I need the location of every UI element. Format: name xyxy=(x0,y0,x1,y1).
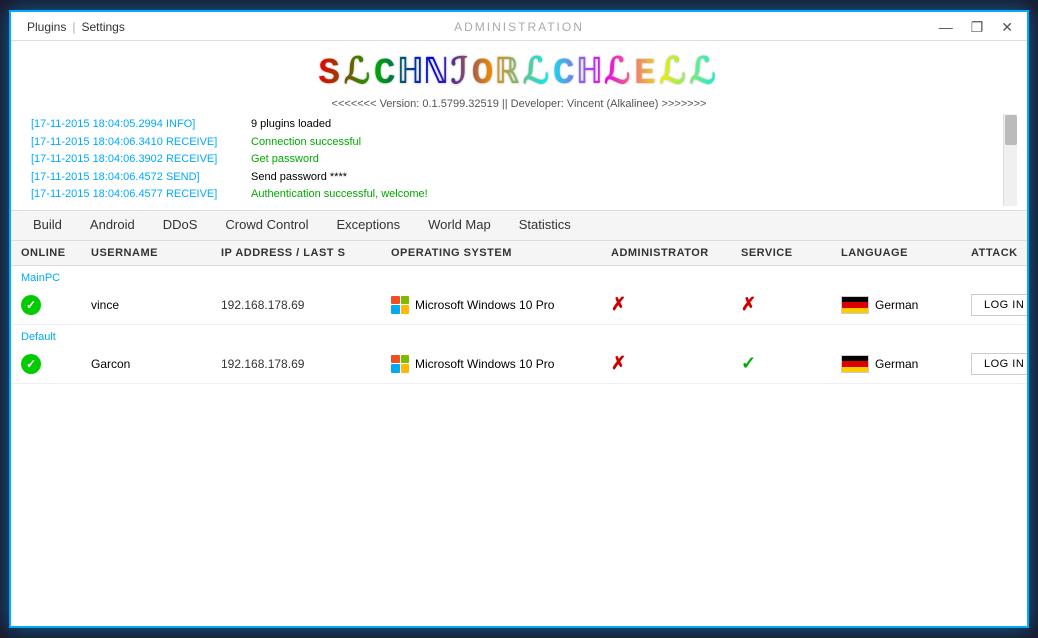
log-messages: 9 plugins loaded Connection successful G… xyxy=(251,116,1007,204)
os-name-2: Microsoft Windows 10 Pro xyxy=(415,357,554,371)
cell-service-1: ✗ xyxy=(741,294,841,315)
group-mainpc: MainPC xyxy=(11,266,1027,286)
win-quad-tr xyxy=(401,296,410,305)
flag-stripe-gold xyxy=(842,308,868,313)
login-button-2[interactable]: LOG IN xyxy=(971,353,1027,375)
log-msg-3: Get password xyxy=(251,151,1007,169)
log-msg-2: Connection successful xyxy=(251,134,1007,152)
settings-menu-item[interactable]: Settings xyxy=(75,18,130,36)
col-service: SERVICE xyxy=(741,247,841,259)
app-logo: SℒCℍℕℐOℝℒCℍℒEℒℒ xyxy=(318,51,719,94)
log-ts-4: [17-11-2015 18:04:06.4572 SEND] xyxy=(31,169,251,187)
window-controls: — ❐ ✕ xyxy=(935,20,1017,34)
cell-service-2: ✓ xyxy=(741,353,841,374)
col-online: ONLINE xyxy=(21,247,91,259)
nav-build[interactable]: Build xyxy=(21,211,74,240)
scrollbar[interactable] xyxy=(1003,114,1017,206)
german-flag-2 xyxy=(841,355,869,373)
windows-icon-1 xyxy=(391,296,409,314)
online-indicator-2: ✓ xyxy=(21,354,41,374)
login-button-1[interactable]: LOG IN xyxy=(971,294,1027,316)
nav-crowd-control[interactable]: Crowd Control xyxy=(213,211,320,240)
minimize-button[interactable]: — xyxy=(935,20,957,34)
log-ts-3: [17-11-2015 18:04:06.3902 RECEIVE] xyxy=(31,151,251,169)
log-msg-1: 9 plugins loaded xyxy=(251,116,1007,134)
os-name-1: Microsoft Windows 10 Pro xyxy=(415,298,554,312)
cell-lang-2: German xyxy=(841,355,971,373)
nav-statistics[interactable]: Statistics xyxy=(507,211,583,240)
cell-os-2: Microsoft Windows 10 Pro xyxy=(391,355,611,373)
win-quad-tl xyxy=(391,296,400,305)
cell-ip-1: 192.168.178.69 xyxy=(221,298,391,312)
log-ts-5: [17-11-2015 18:04:06.4577 RECEIVE] xyxy=(31,186,251,204)
col-os: OPERATING SYSTEM xyxy=(391,247,611,259)
language-name-1: German xyxy=(875,298,918,312)
title-menu: Plugins | Settings xyxy=(21,18,131,36)
cell-lang-1: German xyxy=(841,296,971,314)
win-quad-br xyxy=(401,364,410,373)
log-timestamps: [17-11-2015 18:04:05.2994 INFO] [17-11-2… xyxy=(31,116,251,204)
close-button[interactable]: ✕ xyxy=(997,20,1017,34)
win-quad-tr xyxy=(401,355,410,364)
logo-area: SℒCℍℕℐOℝℒCℍℒEℒℒ xyxy=(21,45,1017,96)
log-msg-5: Authentication successful, welcome! xyxy=(251,186,1007,204)
cell-ip-2: 192.168.178.69 xyxy=(221,357,391,371)
scrollbar-thumb[interactable] xyxy=(1005,115,1017,145)
nav-ddos[interactable]: DDoS xyxy=(151,211,210,240)
table-area: ONLINE USERNAME IP ADDRESS / LAST S OPER… xyxy=(11,241,1027,626)
cell-os-1: Microsoft Windows 10 Pro xyxy=(391,296,611,314)
cell-username-2: Garcon xyxy=(91,357,221,371)
plugins-menu-item[interactable]: Plugins xyxy=(21,18,72,36)
cell-attack-1: LOG IN xyxy=(971,294,1027,316)
win-quad-tl xyxy=(391,355,400,364)
cell-online-2: ✓ xyxy=(21,354,91,374)
online-indicator-1: ✓ xyxy=(21,295,41,315)
table-header: ONLINE USERNAME IP ADDRESS / LAST S OPER… xyxy=(11,241,1027,266)
cell-admin-2: ✗ xyxy=(611,353,741,374)
window-title: ADMINISTRATION xyxy=(454,20,584,34)
group-default: Default xyxy=(11,325,1027,345)
table-row: ✓ Garcon 192.168.178.69 Microsoft Window… xyxy=(11,345,1027,384)
flag-stripe-gold xyxy=(842,367,868,372)
german-flag-1 xyxy=(841,296,869,314)
win-quad-bl xyxy=(391,364,400,373)
col-attack: ATTACK xyxy=(971,247,1027,259)
log-msg-4: Send password **** xyxy=(251,169,1007,187)
cell-admin-1: ✗ xyxy=(611,294,741,315)
version-line: <<<<<<< Version: 0.1.5799.32519 || Devel… xyxy=(21,96,1017,114)
title-bar: Plugins | Settings ADMINISTRATION — ❐ ✕ xyxy=(11,12,1027,41)
nav-world-map[interactable]: World Map xyxy=(416,211,503,240)
language-name-2: German xyxy=(875,357,918,371)
col-ip: IP ADDRESS / LAST S xyxy=(221,247,391,259)
win-quad-bl xyxy=(391,305,400,314)
log-ts-2: [17-11-2015 18:04:06.3410 RECEIVE] xyxy=(31,134,251,152)
main-window: Plugins | Settings ADMINISTRATION — ❐ ✕ … xyxy=(9,10,1029,628)
col-username: USERNAME xyxy=(91,247,221,259)
maximize-button[interactable]: ❐ xyxy=(967,20,988,34)
log-area: SℒCℍℕℐOℝℒCℍℒEℒℒ <<<<<<< Version: 0.1.579… xyxy=(11,41,1027,210)
table-row: ✓ vince 192.168.178.69 Microsoft Windows… xyxy=(11,286,1027,325)
col-language: LANGUAGE xyxy=(841,247,971,259)
nav-android[interactable]: Android xyxy=(78,211,147,240)
cell-attack-2: LOG IN xyxy=(971,353,1027,375)
cell-online-1: ✓ xyxy=(21,295,91,315)
col-admin: ADMINISTRATOR xyxy=(611,247,741,259)
windows-icon-2 xyxy=(391,355,409,373)
win-quad-br xyxy=(401,305,410,314)
log-ts-1: [17-11-2015 18:04:05.2994 INFO] xyxy=(31,116,251,134)
nav-bar: Build Android DDoS Crowd Control Excepti… xyxy=(11,210,1027,241)
cell-username-1: vince xyxy=(91,298,221,312)
nav-exceptions[interactable]: Exceptions xyxy=(325,211,413,240)
